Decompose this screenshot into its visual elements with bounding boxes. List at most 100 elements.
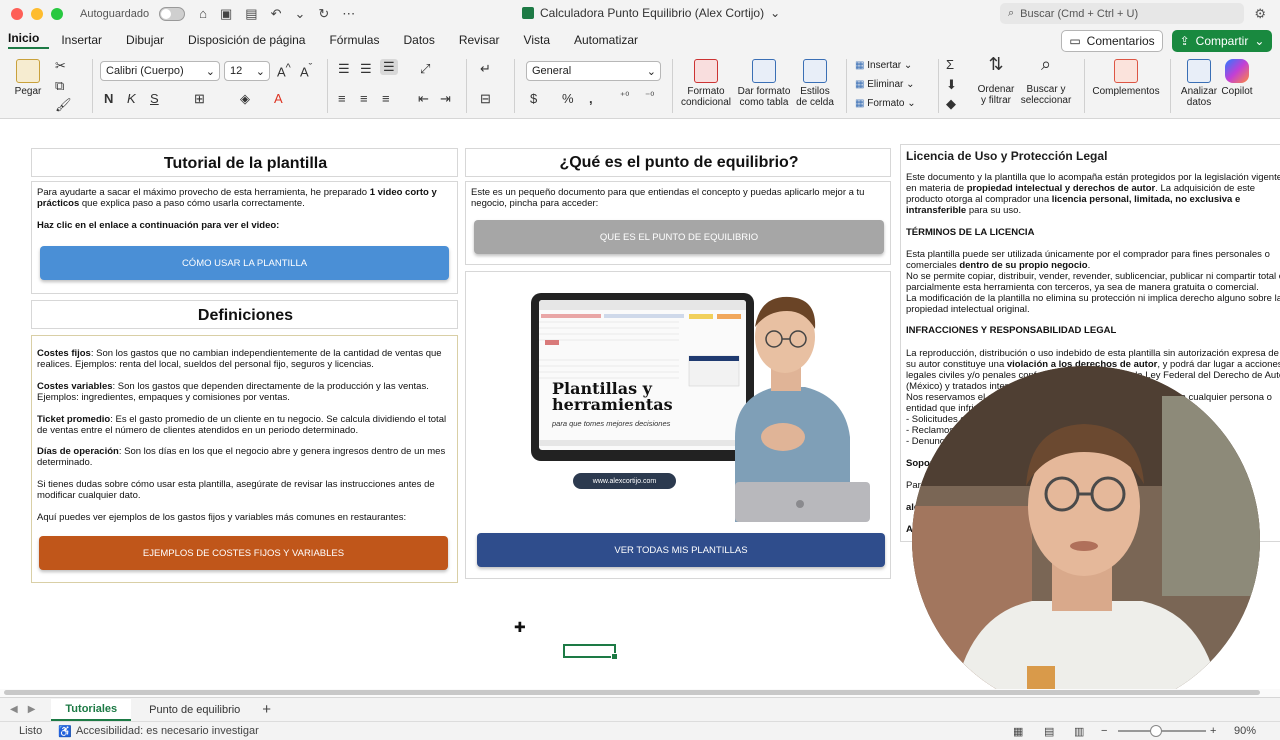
fill-icon[interactable]: ⬇ bbox=[946, 77, 957, 93]
zoom-out-icon[interactable]: − bbox=[1101, 725, 1107, 737]
page-break-icon[interactable]: ▥ bbox=[1074, 725, 1084, 738]
font-name-select[interactable]: Calibri (Cuerpo) ⌄ bbox=[100, 61, 220, 81]
tab-automatizar[interactable]: Automatizar bbox=[574, 33, 648, 47]
zoom-in-icon[interactable]: + bbox=[1210, 725, 1216, 737]
comma-style-icon[interactable]: , bbox=[589, 91, 593, 106]
number-format-select[interactable]: General ⌄ bbox=[526, 61, 661, 81]
add-sheet-icon[interactable]: + bbox=[262, 701, 271, 718]
autosum-icon[interactable]: Σ bbox=[946, 57, 954, 72]
autosave-toggle[interactable] bbox=[159, 6, 186, 21]
zoom-window-button[interactable] bbox=[51, 7, 63, 20]
addins-button[interactable]: Complementos bbox=[1090, 59, 1162, 97]
align-center-icon[interactable]: ≡ bbox=[360, 91, 368, 106]
bold-icon[interactable]: N bbox=[104, 91, 113, 106]
conditional-format-button[interactable]: Formato condicional bbox=[678, 59, 734, 108]
close-window-button[interactable] bbox=[11, 7, 23, 20]
tab-dibujar[interactable]: Dibujar bbox=[126, 33, 174, 47]
align-top-icon[interactable]: ☰ bbox=[338, 61, 350, 77]
promo-headline: Plantillas y herramientas bbox=[552, 379, 673, 414]
align-bottom-icon[interactable]: ☰ bbox=[380, 59, 398, 75]
align-middle-icon[interactable]: ☰ bbox=[360, 61, 372, 77]
tab-formulas[interactable]: Fórmulas bbox=[329, 33, 389, 47]
cut-icon[interactable]: ✂ bbox=[55, 58, 66, 74]
home-icon[interactable]: ⌂ bbox=[199, 6, 207, 22]
save-icon[interactable]: ▣ bbox=[220, 6, 232, 22]
zoom-level[interactable]: 90% bbox=[1234, 725, 1256, 737]
underline-icon[interactable]: S bbox=[150, 91, 159, 106]
scrollbar-thumb[interactable] bbox=[4, 690, 1260, 695]
sheet-tab-punto-equilibrio[interactable]: Punto de equilibrio bbox=[135, 700, 254, 720]
share-button[interactable]: ⇪ Compartir ⌄ bbox=[1172, 30, 1272, 52]
increase-font-icon[interactable]: A^ bbox=[277, 62, 291, 79]
next-sheet-icon[interactable]: ▶ bbox=[28, 704, 36, 715]
sheet-tab-tutoriales[interactable]: Tutoriales bbox=[51, 698, 132, 721]
wrap-text-icon[interactable]: ↵ bbox=[480, 61, 491, 77]
tab-revisar[interactable]: Revisar bbox=[459, 33, 510, 47]
format-painter-icon[interactable]: 🖌 bbox=[55, 97, 72, 113]
format-as-table-button[interactable]: Dar formato como tabla bbox=[735, 59, 793, 108]
tab-vista[interactable]: Vista bbox=[524, 33, 560, 47]
search-box[interactable]: ⌕ Buscar (Cmd + Ctrl + U) bbox=[1000, 3, 1244, 24]
align-left-icon[interactable]: ≡ bbox=[338, 91, 346, 106]
save-as-icon[interactable]: ▤ bbox=[245, 6, 257, 22]
cost-examples-button[interactable]: EJEMPLOS DE COSTES FIJOS Y VARIABLES bbox=[39, 536, 448, 570]
chevron-down-icon: ⌄ bbox=[1254, 34, 1265, 48]
website-tag: www.alexcortijo.com bbox=[573, 473, 676, 489]
tab-datos[interactable]: Datos bbox=[403, 33, 444, 47]
zoom-slider-thumb[interactable] bbox=[1150, 725, 1162, 737]
breakeven-doc-button[interactable]: QUE ES EL PUNTO DE EQUILIBRIO bbox=[474, 220, 884, 254]
minimize-window-button[interactable] bbox=[31, 7, 43, 20]
decrease-indent-icon[interactable]: ⇤ bbox=[418, 91, 429, 107]
fill-color-icon[interactable]: ◈ bbox=[240, 91, 250, 107]
percent-icon[interactable]: % bbox=[562, 91, 574, 106]
undo-dropdown-icon[interactable]: ⌄ bbox=[294, 6, 305, 22]
format-cells-button[interactable]: ▦ Formato ⌄ bbox=[855, 98, 916, 109]
clear-icon[interactable]: ◆ bbox=[946, 96, 956, 112]
paste-button[interactable]: Pegar bbox=[8, 59, 48, 97]
find-select-button[interactable]: ⌕ Buscar y seleccionar bbox=[1018, 55, 1074, 106]
accessibility-status[interactable]: Accesibilidad: es necesario investigar bbox=[76, 725, 259, 737]
copy-icon[interactable]: ⧉ bbox=[55, 78, 64, 94]
page-layout-icon[interactable]: ▤ bbox=[1044, 725, 1054, 738]
templates-promo-image[interactable]: Plantillas y herramientas para que tomes… bbox=[525, 287, 870, 522]
italic-icon[interactable]: K bbox=[127, 91, 136, 106]
cell-styles-button[interactable]: Estilos de celda bbox=[791, 59, 839, 108]
undo-icon[interactable]: ↶ bbox=[271, 6, 282, 22]
increase-indent-icon[interactable]: ⇥ bbox=[440, 91, 451, 107]
sort-filter-button[interactable]: ⇅ Ordenar y filtrar bbox=[975, 55, 1017, 106]
merge-center-icon[interactable]: ⊟ bbox=[480, 91, 491, 107]
horizontal-scrollbar[interactable] bbox=[0, 689, 1280, 697]
currency-icon[interactable]: $ bbox=[530, 91, 537, 106]
settings-icon[interactable]: ⚙ bbox=[1254, 6, 1266, 22]
tab-inicio[interactable]: Inicio bbox=[8, 31, 50, 49]
window-controls bbox=[11, 7, 63, 20]
borders-icon[interactable]: ⊞ bbox=[194, 91, 205, 107]
comments-button[interactable]: ▭ Comentarios bbox=[1061, 30, 1163, 52]
accessibility-icon[interactable]: ♿ bbox=[58, 725, 72, 738]
more-icon[interactable]: ⋯ bbox=[342, 6, 355, 22]
align-right-icon[interactable]: ≡ bbox=[382, 91, 390, 106]
tab-disposicion[interactable]: Disposición de página bbox=[188, 33, 315, 47]
analyze-data-button[interactable]: Analizar datos bbox=[1176, 59, 1222, 108]
share-icon: ⇪ bbox=[1179, 34, 1190, 48]
paste-label: Pegar bbox=[14, 86, 42, 97]
promo-tagline: para que tomes mejores decisiones bbox=[552, 419, 671, 428]
orientation-icon[interactable]: ⤢ bbox=[420, 61, 430, 77]
decrease-font-icon[interactable]: Aˇ bbox=[300, 62, 312, 79]
prev-sheet-icon[interactable]: ◀ bbox=[10, 704, 18, 715]
decrease-decimal-icon[interactable]: ⁻⁰ bbox=[645, 91, 654, 102]
copilot-button[interactable]: Copilot bbox=[1220, 59, 1254, 97]
zoom-slider[interactable] bbox=[1118, 730, 1206, 732]
delete-cells-button[interactable]: ▦ Eliminar ⌄ bbox=[855, 79, 915, 90]
document-title[interactable]: Calculadora Punto Equilibrio (Alex Corti… bbox=[522, 6, 780, 20]
normal-view-icon[interactable]: ▦ bbox=[1013, 725, 1023, 738]
increase-decimal-icon[interactable]: ⁺⁰ bbox=[620, 91, 629, 102]
how-to-use-button[interactable]: CÓMO USAR LA PLANTILLA bbox=[40, 246, 449, 280]
font-size-select[interactable]: 12 ⌄ bbox=[224, 61, 270, 81]
tab-insertar[interactable]: Insertar bbox=[61, 33, 112, 47]
selected-cell[interactable] bbox=[563, 644, 618, 660]
view-all-templates-button[interactable]: VER TODAS MIS PLANTILLAS bbox=[477, 533, 885, 567]
font-color-icon[interactable]: A bbox=[274, 91, 283, 106]
redo-icon[interactable]: ↻ bbox=[318, 6, 329, 22]
insert-cells-button[interactable]: ▦ Insertar ⌄ bbox=[855, 60, 912, 71]
